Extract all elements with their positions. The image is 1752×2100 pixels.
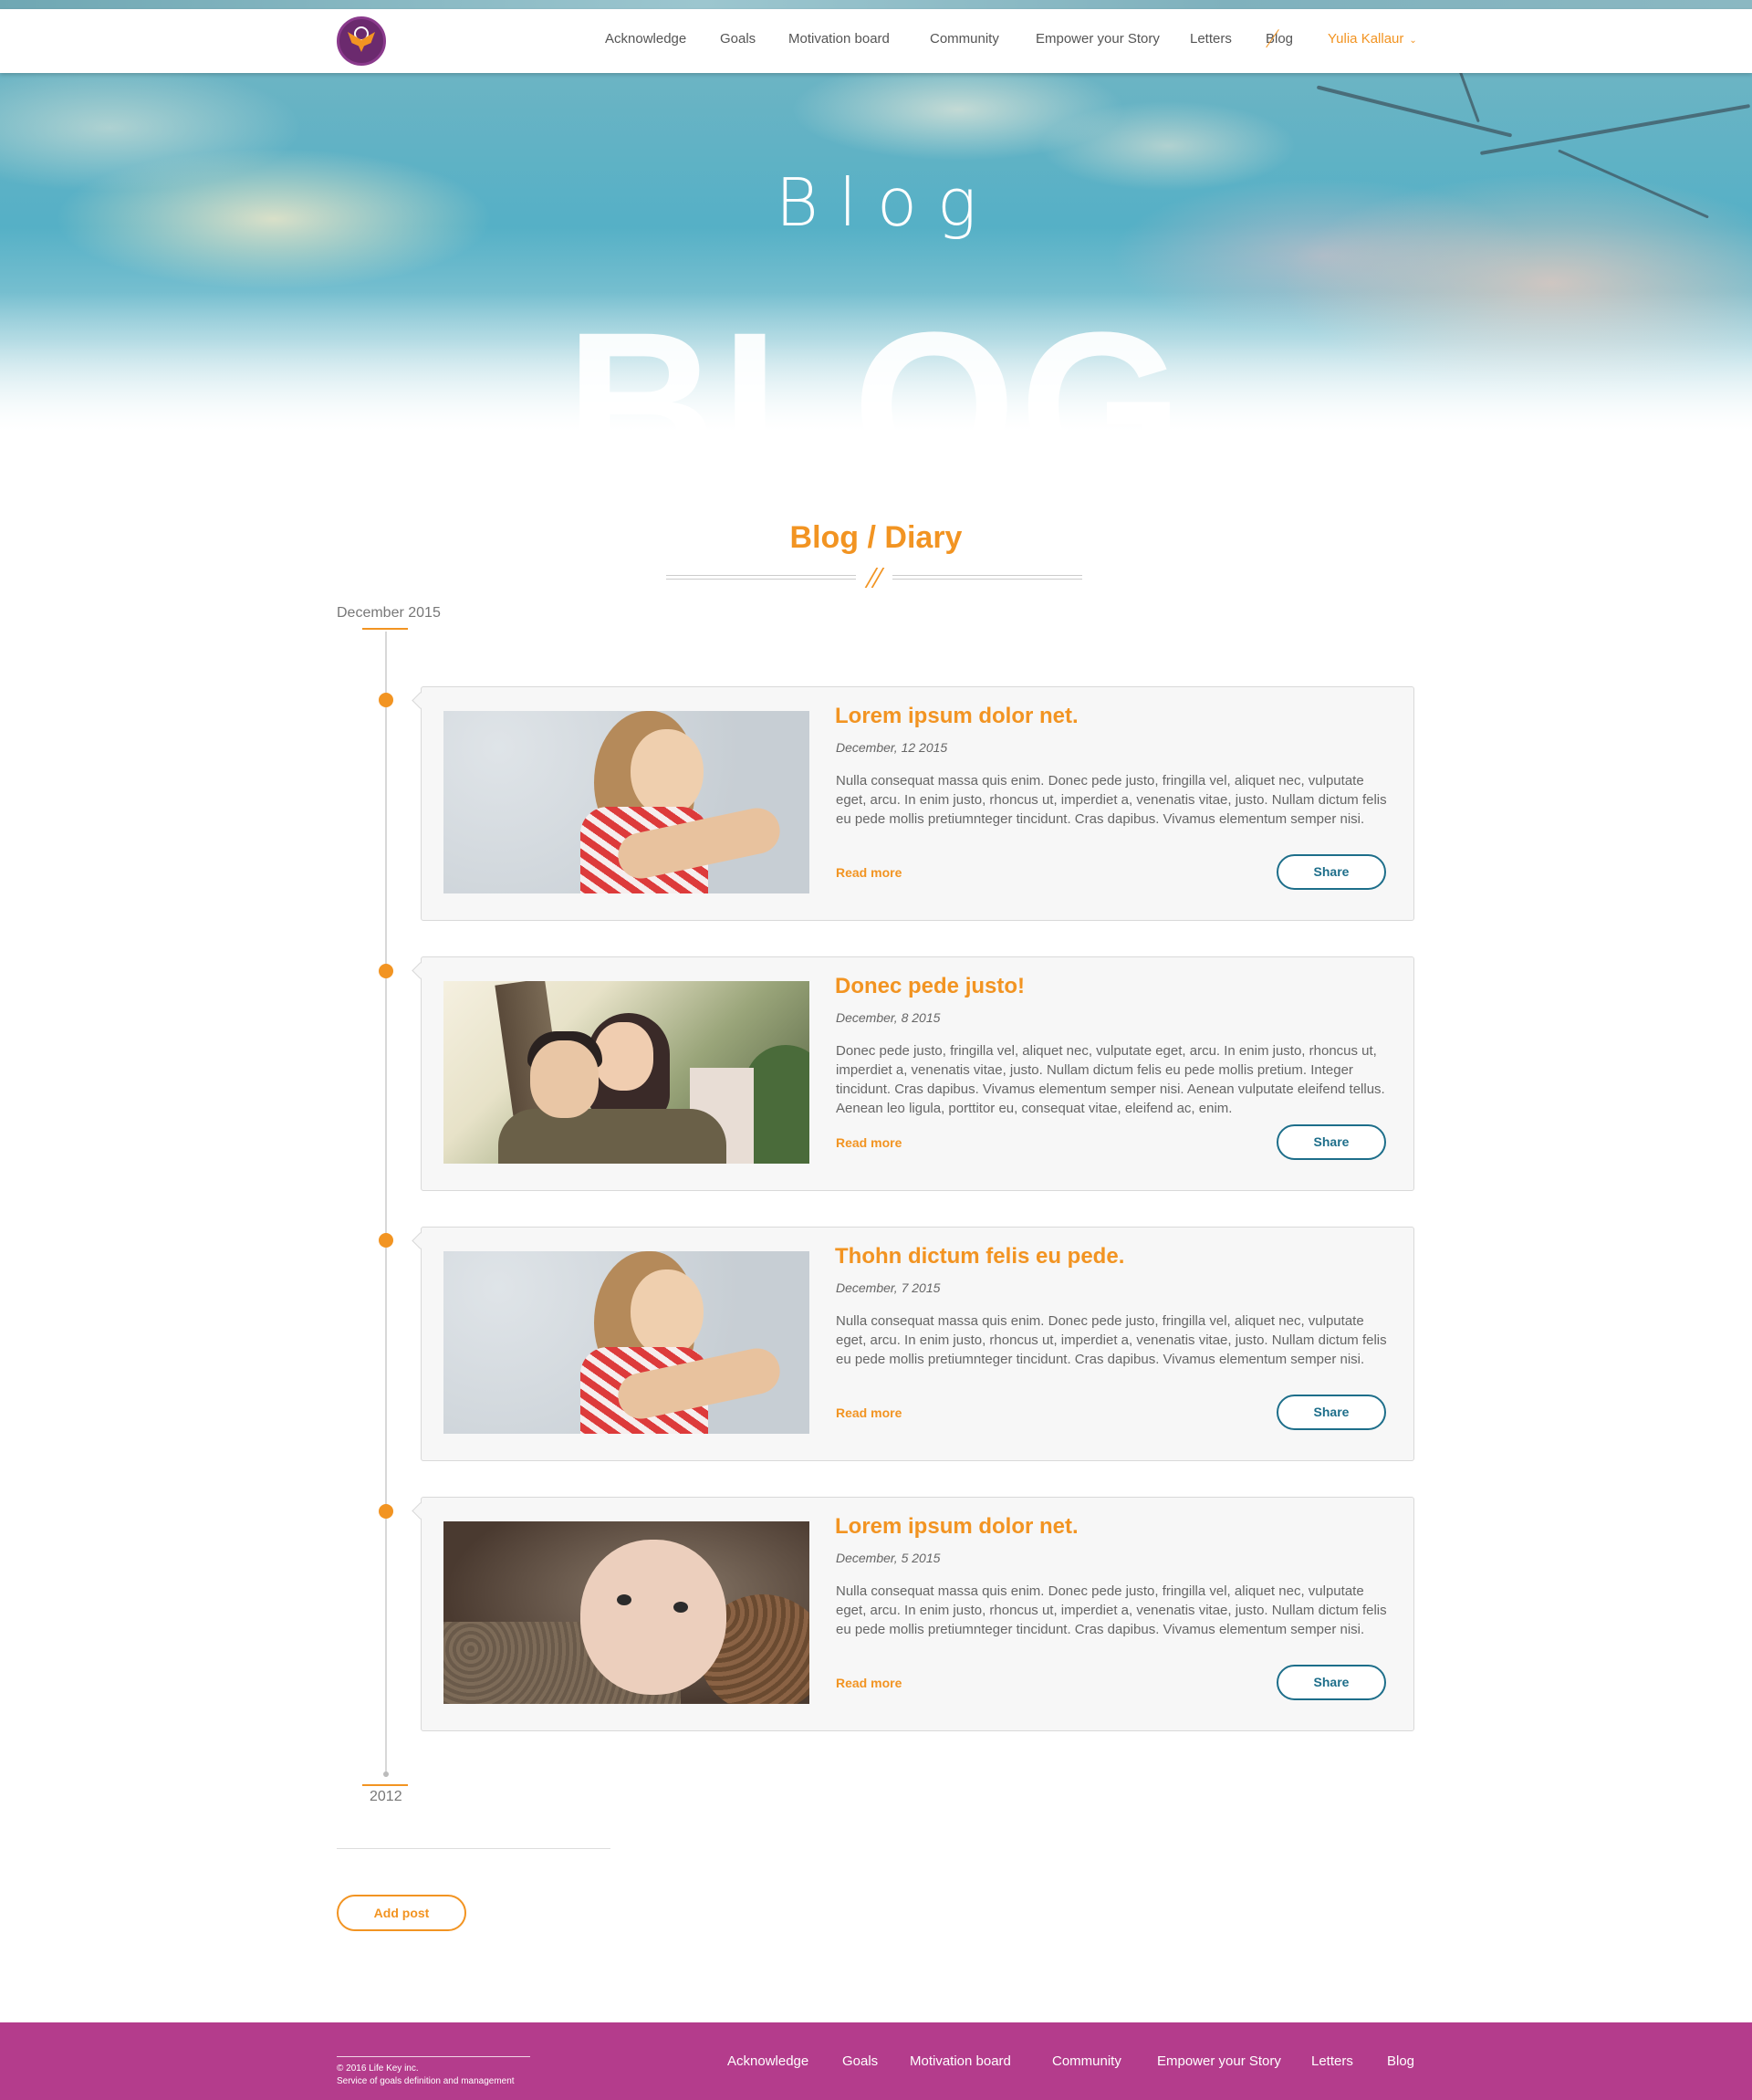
logo-icon[interactable] <box>337 16 386 66</box>
post-title[interactable]: Thohn dictum felis eu pede. <box>835 1244 1124 1269</box>
post-date: December, 12 2015 <box>836 740 948 755</box>
month-underline <box>362 628 408 630</box>
footer-copyright: © 2016 Life Key inc. Service of goals de… <box>337 2063 515 2088</box>
post-excerpt: Nulla consequat massa quis enim. Donec p… <box>836 1313 1387 1367</box>
post-date: December, 5 2015 <box>836 1551 941 1565</box>
read-more-link[interactable]: Read more <box>836 1135 902 1150</box>
branch-decoration <box>1479 103 1751 156</box>
title-divider-right <box>892 575 1082 580</box>
timeline-end <box>383 1771 389 1777</box>
page-title: Blog / Diary <box>789 520 963 555</box>
timeline-month: December 2015 <box>337 605 441 621</box>
timeline-dot <box>379 1504 393 1519</box>
girl-photo[interactable] <box>443 711 809 893</box>
read-more-link[interactable]: Read more <box>836 865 902 880</box>
post-excerpt: Donec pede justo, fringilla vel, aliquet… <box>836 1043 1385 1116</box>
read-more-link[interactable]: Read more <box>836 1405 902 1420</box>
nav-community[interactable]: Community <box>930 31 999 47</box>
post-date: December, 7 2015 <box>836 1280 941 1295</box>
blog-post-card: Lorem ipsum dolor net. December, 12 2015… <box>421 686 1414 921</box>
divider <box>337 1848 610 1849</box>
blog-post-card: Thohn dictum felis eu pede. December, 7 … <box>421 1227 1414 1461</box>
nav-goals[interactable]: Goals <box>720 31 756 47</box>
post-excerpt: Nulla consequat massa quis enim. Donec p… <box>836 773 1387 827</box>
nav-motivation-board[interactable]: Motivation board <box>788 31 890 47</box>
post-date: December, 8 2015 <box>836 1010 941 1025</box>
footer-divider <box>337 2056 530 2057</box>
nav-blog[interactable]: Blog <box>1266 31 1293 47</box>
top-strip <box>0 0 1752 9</box>
footer-nav-goals[interactable]: Goals <box>842 2053 878 2069</box>
post-title[interactable]: Lorem ipsum dolor net. <box>835 1514 1079 1540</box>
post-title[interactable]: Lorem ipsum dolor net. <box>835 704 1079 729</box>
footer-nav-empower-your-story[interactable]: Empower your Story <box>1157 2053 1281 2069</box>
share-button[interactable]: Share <box>1277 854 1386 890</box>
divider-slash-icon <box>864 568 887 588</box>
timeline-line <box>385 632 387 1777</box>
hero-watermark: BLOG <box>565 288 1187 457</box>
read-more-link[interactable]: Read more <box>836 1676 902 1690</box>
site-header: Acknowledge Goals Motivation board Commu… <box>0 9 1752 73</box>
share-button[interactable]: Share <box>1277 1124 1386 1160</box>
footer-nav-letters[interactable]: Letters <box>1311 2053 1353 2069</box>
post-excerpt: Nulla consequat massa quis enim. Donec p… <box>836 1583 1387 1637</box>
user-menu[interactable]: Yulia Kallaur ⌄ <box>1328 31 1417 47</box>
timeline-dot <box>379 964 393 978</box>
post-title[interactable]: Donec pede justo! <box>835 974 1025 999</box>
footer-nav-community[interactable]: Community <box>1052 2053 1121 2069</box>
share-button[interactable]: Share <box>1277 1665 1386 1700</box>
chevron-down-icon: ⌄ <box>1409 36 1417 46</box>
branch-decoration <box>1316 85 1513 138</box>
footer-nav-blog[interactable]: Blog <box>1387 2053 1414 2069</box>
branch-decoration <box>1449 73 1480 123</box>
add-post-button[interactable]: Add post <box>337 1895 466 1931</box>
timeline-dot <box>379 1233 393 1248</box>
hero-banner: Blog BLOG <box>0 73 1752 456</box>
year-underline <box>362 1784 408 1786</box>
footer-nav-acknowledge[interactable]: Acknowledge <box>727 2053 808 2069</box>
couple-photo[interactable] <box>443 981 809 1164</box>
nav-acknowledge[interactable]: Acknowledge <box>605 31 686 47</box>
title-divider-left <box>666 575 856 580</box>
tagline-text: Service of goals definition and manageme… <box>337 2076 515 2086</box>
nav-empower-your-story[interactable]: Empower your Story <box>1036 31 1160 47</box>
blog-post-card: Donec pede justo! December, 8 2015 Donec… <box>421 956 1414 1191</box>
site-footer: © 2016 Life Key inc. Service of goals de… <box>0 2022 1752 2100</box>
user-name: Yulia Kallaur <box>1328 31 1404 47</box>
baby-photo[interactable] <box>443 1521 809 1704</box>
hero-title: Blog <box>775 164 997 241</box>
nav-letters[interactable]: Letters <box>1190 31 1232 47</box>
blog-post-card: Lorem ipsum dolor net. December, 5 2015 … <box>421 1497 1414 1731</box>
copyright-text: © 2016 Life Key inc. <box>337 2063 419 2074</box>
girl-photo[interactable] <box>443 1251 809 1434</box>
timeline-year: 2012 <box>370 1789 402 1804</box>
footer-nav-motivation-board[interactable]: Motivation board <box>910 2053 1011 2069</box>
timeline-dot <box>379 693 393 707</box>
share-button[interactable]: Share <box>1277 1395 1386 1430</box>
